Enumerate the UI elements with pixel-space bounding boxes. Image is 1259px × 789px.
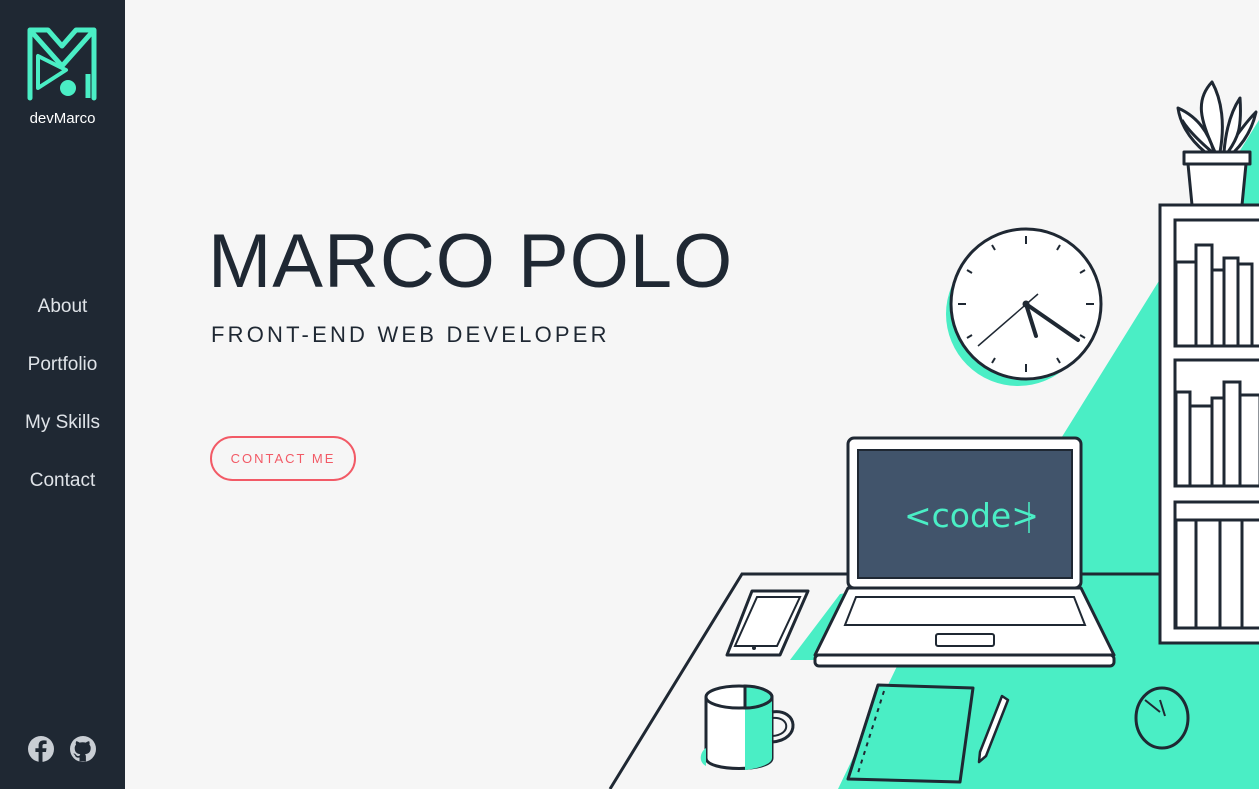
nav-item-portfolio[interactable]: Portfolio: [0, 352, 125, 410]
github-icon[interactable]: [69, 735, 97, 763]
nav-item-contact[interactable]: Contact: [0, 468, 125, 526]
wall-clock: [946, 227, 1103, 386]
nav-item-my-skills[interactable]: My Skills: [0, 410, 125, 468]
hero-subtitle: FRONT-END WEB DEVELOPER: [211, 322, 610, 347]
facebook-icon[interactable]: [27, 735, 55, 763]
m-monogram-logo[interactable]: [26, 26, 98, 102]
workspace-illustration: <code>: [608, 80, 1259, 789]
computer-mouse: [1134, 686, 1190, 750]
nav-item-about[interactable]: About: [0, 294, 125, 352]
laptop-screen-code-text: <code>: [904, 496, 1039, 535]
smartphone: [725, 589, 810, 657]
laptop: [813, 436, 1116, 668]
bookshelf: [1158, 203, 1259, 645]
notebook: [846, 683, 975, 784]
coffee-mug: [700, 684, 795, 770]
potted-plant: [1176, 80, 1258, 207]
social-links: [27, 735, 99, 765]
contact-me-button[interactable]: CONTACT ME: [210, 436, 356, 481]
brand-name[interactable]: devMarco: [0, 110, 125, 127]
sidebar: devMarco About Portfolio My Skills Conta…: [0, 0, 125, 789]
main-nav: About Portfolio My Skills Contact: [0, 294, 125, 526]
